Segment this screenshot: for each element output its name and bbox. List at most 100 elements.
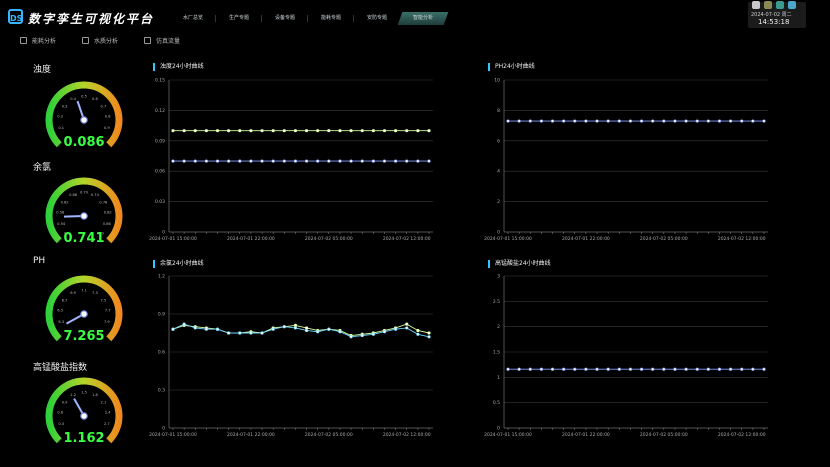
data-point[interactable] xyxy=(316,159,320,163)
data-point[interactable] xyxy=(349,129,353,133)
tab-energy[interactable]: 能耗专题 xyxy=(308,12,354,25)
data-point[interactable] xyxy=(293,129,298,133)
data-point[interactable] xyxy=(651,119,655,123)
data-point[interactable] xyxy=(405,326,409,330)
data-point[interactable] xyxy=(506,367,510,371)
data-point[interactable] xyxy=(416,129,420,133)
data-point[interactable] xyxy=(394,159,398,163)
data-point[interactable] xyxy=(729,367,733,371)
data-point[interactable] xyxy=(182,159,186,163)
data-point[interactable] xyxy=(193,129,197,133)
data-point[interactable] xyxy=(562,119,566,123)
data-point[interactable] xyxy=(327,129,331,133)
data-point[interactable] xyxy=(617,119,621,123)
data-point[interactable] xyxy=(740,119,744,123)
data-point[interactable] xyxy=(227,159,231,163)
data-point[interactable] xyxy=(427,129,431,133)
data-point[interactable] xyxy=(260,129,264,133)
tab-smart-analysis[interactable]: 智能分析 xyxy=(397,12,449,25)
data-point[interactable] xyxy=(628,119,633,123)
data-point[interactable] xyxy=(662,367,666,371)
data-point[interactable] xyxy=(215,327,220,331)
data-point[interactable] xyxy=(550,367,555,371)
data-point[interactable] xyxy=(227,331,231,335)
data-point[interactable] xyxy=(171,159,175,163)
data-point[interactable] xyxy=(416,328,420,333)
data-point[interactable] xyxy=(405,159,409,163)
data-point[interactable] xyxy=(517,119,521,123)
data-point[interactable] xyxy=(427,159,431,163)
data-point[interactable] xyxy=(182,129,186,133)
data-point[interactable] xyxy=(304,328,309,333)
data-point[interactable] xyxy=(617,367,621,371)
data-point[interactable] xyxy=(338,129,342,133)
data-point[interactable] xyxy=(260,159,264,163)
data-point[interactable] xyxy=(193,159,197,163)
settings-icon[interactable] xyxy=(764,1,772,9)
data-point[interactable] xyxy=(316,129,320,133)
data-point[interactable] xyxy=(382,159,387,163)
data-point[interactable] xyxy=(215,159,220,163)
tab-equipment[interactable]: 设备专题 xyxy=(262,12,308,25)
data-point[interactable] xyxy=(427,335,431,339)
data-point[interactable] xyxy=(238,129,242,133)
data-point[interactable] xyxy=(349,335,353,339)
data-point[interactable] xyxy=(382,330,387,334)
data-point[interactable] xyxy=(204,129,208,133)
data-point[interactable] xyxy=(182,322,186,326)
data-point[interactable] xyxy=(249,129,253,133)
data-point[interactable] xyxy=(249,159,253,163)
data-point[interactable] xyxy=(762,119,766,123)
data-point[interactable] xyxy=(673,367,677,371)
data-point[interactable] xyxy=(349,159,353,163)
data-point[interactable] xyxy=(304,326,309,330)
data-point[interactable] xyxy=(238,331,242,335)
data-point[interactable] xyxy=(271,327,275,331)
data-point[interactable] xyxy=(740,367,744,371)
tab-production[interactable]: 生产专题 xyxy=(216,12,262,25)
data-point[interactable] xyxy=(394,327,398,331)
data-point[interactable] xyxy=(506,119,510,123)
data-point[interactable] xyxy=(360,333,364,338)
screen-icon[interactable] xyxy=(776,1,784,9)
data-point[interactable] xyxy=(304,159,309,163)
data-point[interactable] xyxy=(394,129,398,133)
data-point[interactable] xyxy=(360,129,364,133)
data-point[interactable] xyxy=(573,367,577,371)
data-point[interactable] xyxy=(550,119,555,123)
data-point[interactable] xyxy=(684,119,688,123)
data-point[interactable] xyxy=(171,129,175,133)
data-point[interactable] xyxy=(282,129,286,133)
data-point[interactable] xyxy=(427,331,431,335)
data-point[interactable] xyxy=(271,129,275,133)
data-point[interactable] xyxy=(684,367,688,371)
data-point[interactable] xyxy=(405,322,409,326)
data-point[interactable] xyxy=(416,159,420,163)
data-point[interactable] xyxy=(282,159,286,163)
data-point[interactable] xyxy=(562,367,566,371)
data-point[interactable] xyxy=(193,326,197,330)
data-point[interactable] xyxy=(304,129,309,133)
data-point[interactable] xyxy=(639,119,644,123)
data-point[interactable] xyxy=(227,129,231,133)
data-point[interactable] xyxy=(405,129,409,133)
data-point[interactable] xyxy=(528,119,532,123)
data-point[interactable] xyxy=(662,119,666,123)
tab-plant-overview[interactable]: 水厂总览 xyxy=(170,12,216,25)
data-point[interactable] xyxy=(539,119,543,123)
data-point[interactable] xyxy=(293,326,298,330)
data-point[interactable] xyxy=(293,159,298,163)
data-point[interactable] xyxy=(327,159,331,163)
data-point[interactable] xyxy=(584,119,588,123)
data-point[interactable] xyxy=(606,119,610,123)
data-point[interactable] xyxy=(338,159,342,163)
data-point[interactable] xyxy=(706,119,710,123)
data-point[interactable] xyxy=(695,119,699,123)
data-point[interactable] xyxy=(338,330,342,334)
data-point[interactable] xyxy=(628,367,633,371)
data-point[interactable] xyxy=(706,367,710,371)
data-point[interactable] xyxy=(416,332,420,336)
user-icon[interactable] xyxy=(752,1,760,9)
data-point[interactable] xyxy=(282,325,286,329)
data-point[interactable] xyxy=(584,367,588,371)
